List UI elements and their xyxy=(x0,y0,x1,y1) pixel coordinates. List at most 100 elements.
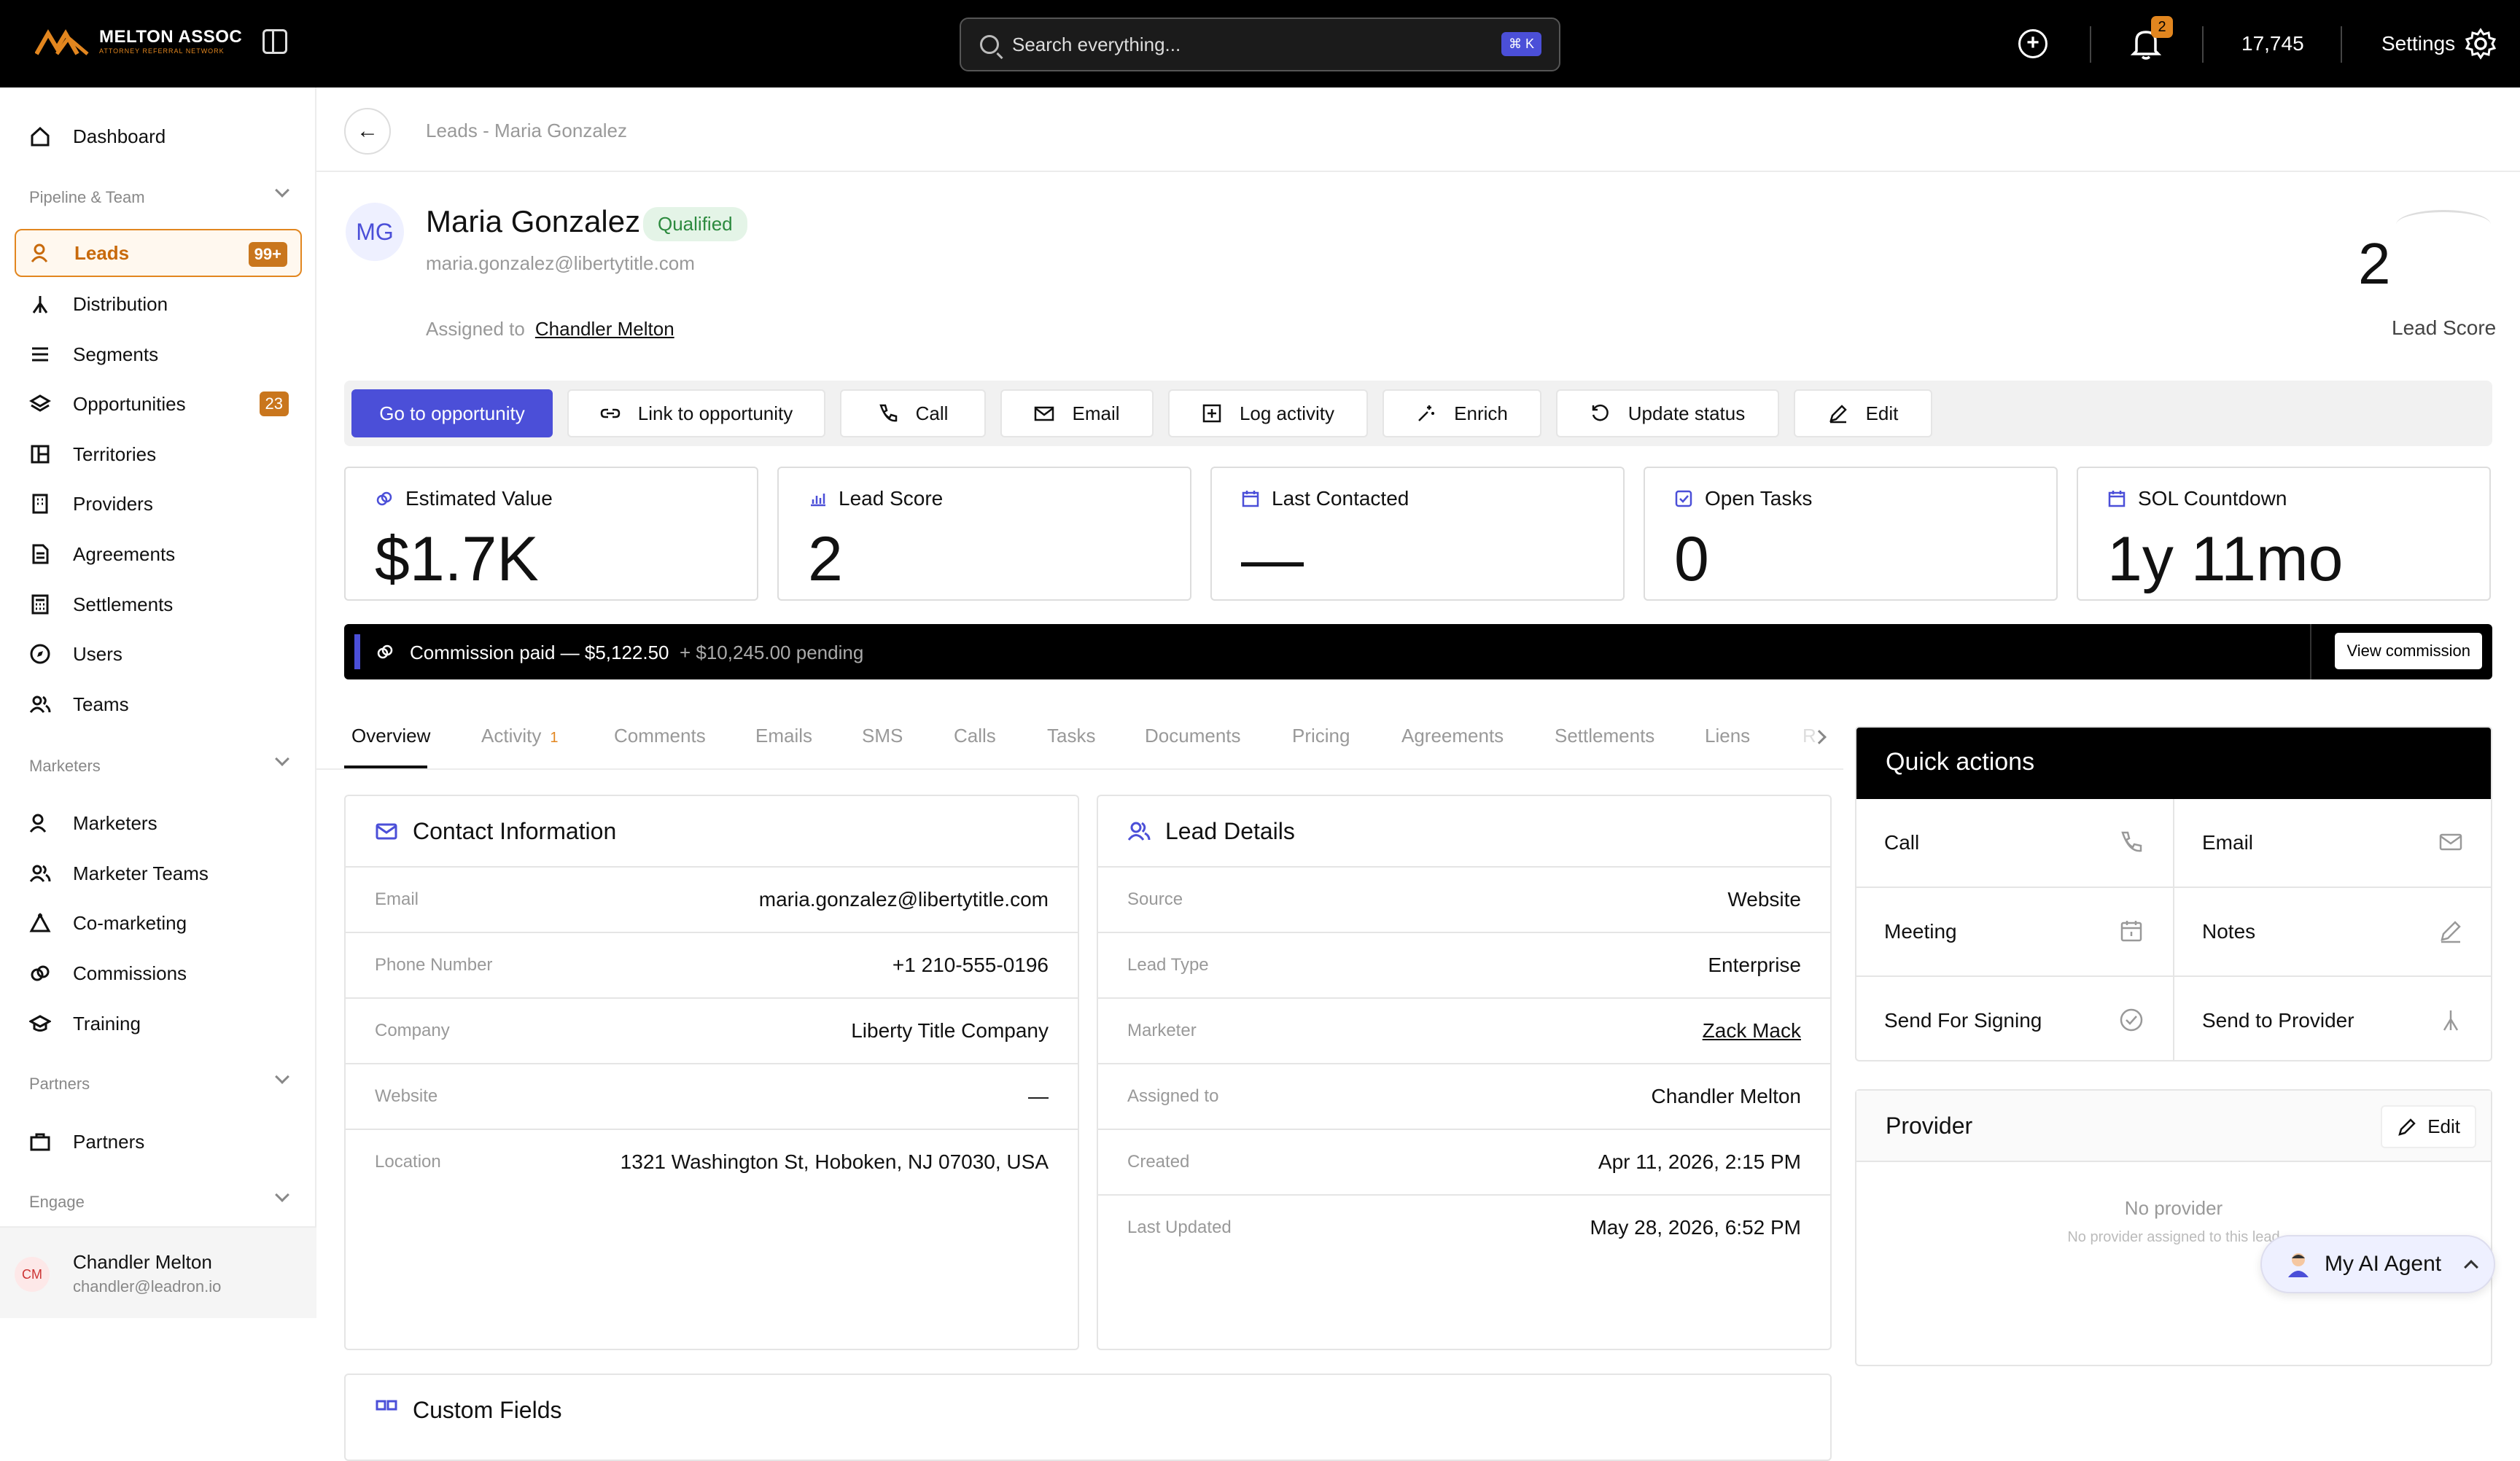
current-user[interactable]: CM Chandler Melton chandler@leadron.io xyxy=(0,1226,316,1318)
search-input[interactable]: Search everything... ⌘ K xyxy=(960,17,1560,71)
button-label: Link to opportunity xyxy=(637,402,793,424)
stat-sol-countdown: SOL Countdown 1y 11mo xyxy=(2077,467,2491,601)
sidebar-item-settlements[interactable]: Settlements xyxy=(15,580,302,628)
tab-pricing[interactable]: Pricing xyxy=(1292,725,1350,747)
enrich-button[interactable]: Enrich xyxy=(1382,389,1541,437)
sidebar-item-label: Teams xyxy=(73,693,129,715)
quick-action-label: Call xyxy=(1884,831,1920,854)
sidebar-item-marketer-teams[interactable]: Marketer Teams xyxy=(15,849,302,897)
ai-agent-button[interactable]: My AI Agent xyxy=(2260,1235,2495,1293)
tab-tasks[interactable]: Tasks xyxy=(1047,725,1095,747)
field-value: 1321 Washington St, Hoboken, NJ 07030, U… xyxy=(620,1150,1049,1173)
sidebar-item-leads[interactable]: Leads 99+ xyxy=(15,229,302,277)
avatar: CM xyxy=(15,1257,50,1292)
stat-label: Last Contacted xyxy=(1272,487,1409,510)
sidebar-item-dashboard[interactable]: Dashboard xyxy=(15,112,302,160)
users-icon xyxy=(29,696,51,713)
sidebar-item-distribution[interactable]: Distribution xyxy=(15,280,302,328)
field-label: Source xyxy=(1127,889,1183,909)
sidebar-item-users[interactable]: Users xyxy=(15,630,302,678)
section-label: Pipeline & Team xyxy=(29,188,145,206)
stat-value: $1.7K xyxy=(375,524,539,594)
tab-sms[interactable]: SMS xyxy=(862,725,903,747)
breadcrumb: Leads - Maria Gonzalez xyxy=(426,120,628,141)
mail-icon xyxy=(2439,833,2462,851)
commission-text: Commission paid — $5,122.50 + $10,245.00… xyxy=(410,642,863,664)
section-partners[interactable]: Partners xyxy=(29,1070,289,1094)
quick-action-send-to-provider[interactable]: Send to Provider xyxy=(2174,977,2491,1060)
sidebar-item-label: Users xyxy=(73,642,122,665)
add-icon[interactable]: + xyxy=(2018,29,2048,58)
checkbox-icon xyxy=(1675,490,1692,507)
tab-documents[interactable]: Documents xyxy=(1145,725,1241,747)
sidebar-item-agreements[interactable]: Agreements xyxy=(15,530,302,578)
field-value: Website xyxy=(1727,888,1801,911)
tab-activity[interactable]: Activity 1 xyxy=(481,725,558,747)
tab-overview[interactable]: Overview xyxy=(351,725,430,747)
tab-settlements[interactable]: Settlements xyxy=(1555,725,1654,747)
card-header: Provider Edit xyxy=(1856,1091,2491,1162)
tab-calls[interactable]: Calls xyxy=(954,725,996,747)
sidebar-item-opportunities[interactable]: Opportunities 23 xyxy=(15,380,302,428)
chevron-down-icon xyxy=(275,752,289,766)
section-marketers[interactable]: Marketers xyxy=(29,752,289,776)
link-icon xyxy=(600,408,621,418)
lead-avatar: MG xyxy=(346,203,404,261)
tab-comments[interactable]: Comments xyxy=(614,725,706,747)
empty-state-title: No provider xyxy=(2124,1197,2223,1219)
assigned-user-link[interactable]: Chandler Melton xyxy=(535,318,674,340)
sidebar-item-commissions[interactable]: Commissions xyxy=(15,949,302,997)
field-value: Chandler Melton xyxy=(1651,1085,1801,1107)
sidebar-item-teams[interactable]: Teams xyxy=(15,680,302,728)
section-pipeline[interactable]: Pipeline & Team xyxy=(29,183,289,207)
quick-action-notes[interactable]: Notes xyxy=(2174,888,2491,977)
card-title: Contact Information xyxy=(413,817,617,844)
sparkle-icon xyxy=(1418,405,1435,421)
tab-agreements[interactable]: Agreements xyxy=(1401,725,1504,747)
custom-fields-card: Custom Fields xyxy=(344,1374,1832,1461)
gear-icon[interactable] xyxy=(2465,28,2497,60)
sidebar-item-territories[interactable]: Territories xyxy=(15,430,302,478)
sidebar-item-co-marketing[interactable]: Co-marketing xyxy=(15,899,302,947)
email-button[interactable]: Email xyxy=(1000,389,1154,437)
commission-accent xyxy=(354,634,360,669)
quick-action-send-for-signing[interactable]: Send For Signing xyxy=(1856,977,2174,1060)
sidebar-item-marketers[interactable]: Marketers xyxy=(15,799,302,847)
quick-action-label: Send to Provider xyxy=(2202,1009,2354,1032)
sidebar-item-partners[interactable]: Partners xyxy=(15,1118,302,1166)
mail-icon xyxy=(1035,406,1054,421)
quick-action-email[interactable]: Email xyxy=(2174,799,2491,888)
settings-label[interactable]: Settings xyxy=(2381,32,2455,55)
edit-button[interactable]: Edit xyxy=(1794,389,1932,437)
go-to-opportunity-button[interactable]: Go to opportunity xyxy=(351,389,553,437)
quick-action-meeting[interactable]: Meeting xyxy=(1856,888,2174,977)
sidebar-item-training[interactable]: Training xyxy=(15,1000,302,1048)
back-button[interactable]: ← xyxy=(344,108,391,155)
section-label: Marketers xyxy=(29,757,101,775)
quick-action-call[interactable]: Call xyxy=(1856,799,2174,888)
brand-logo[interactable]: MELTON ASSOC ATTORNEY REFERRAL NETWORK xyxy=(35,25,242,58)
stat-last-contacted: Last Contacted — xyxy=(1210,467,1625,601)
view-commission-button[interactable]: View commission xyxy=(2335,633,2482,669)
main-content: ← Leads - Maria Gonzalez MG Maria Gonzal… xyxy=(316,87,2520,1461)
credits-count[interactable]: 17,745 xyxy=(2241,32,2304,55)
update-status-button[interactable]: Update status xyxy=(1556,389,1779,437)
provider-edit-button[interactable]: Edit xyxy=(2381,1105,2476,1148)
assigned-label: Assigned to xyxy=(426,318,525,340)
sidebar-item-segments[interactable]: Segments xyxy=(15,330,302,378)
fork-icon xyxy=(32,296,48,313)
sidebar-item-providers[interactable]: Providers xyxy=(15,480,302,528)
section-engage[interactable]: Engage xyxy=(29,1188,289,1212)
marketer-link[interactable]: Zack Mack xyxy=(1703,1019,1801,1043)
panel-toggle-icon[interactable] xyxy=(262,29,287,54)
table-row: Marketer Zack Mack xyxy=(1098,999,1830,1064)
tab-emails[interactable]: Emails xyxy=(755,725,812,747)
link-to-opportunity-button[interactable]: Link to opportunity xyxy=(567,389,825,437)
tab-liens[interactable]: Liens xyxy=(1705,725,1750,747)
sidebar-item-label: Co-marketing xyxy=(73,911,187,934)
stat-value: 1y 11mo xyxy=(2107,524,2344,594)
users-icon xyxy=(1127,822,1151,841)
call-button[interactable]: Call xyxy=(840,389,986,437)
sidebar-item-label: Providers xyxy=(73,492,153,515)
log-activity-button[interactable]: Log activity xyxy=(1168,389,1368,437)
